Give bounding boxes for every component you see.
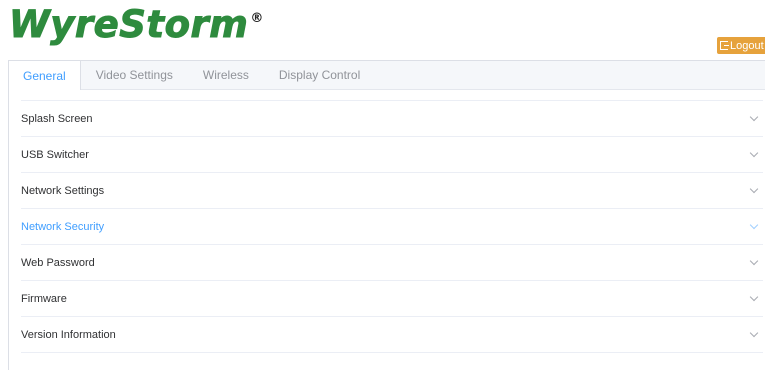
tab-wireless[interactable]: Wireless [188, 61, 264, 89]
section-network-settings[interactable]: Network Settings [21, 173, 763, 209]
tab-bar: General Video Settings Wireless Display … [8, 61, 765, 90]
wyrestorm-logo: WyreStorm ® [8, 3, 264, 46]
registered-mark: ® [250, 11, 264, 26]
logo-text: WyreStorm [8, 3, 249, 46]
tab-video-settings[interactable]: Video Settings [81, 61, 188, 89]
tab-general[interactable]: General [8, 61, 81, 90]
section-web-password[interactable]: Web Password [21, 245, 763, 281]
logout-icon [720, 41, 729, 50]
chevron-down-icon [749, 184, 759, 193]
section-version-information[interactable]: Version Information [21, 317, 763, 353]
section-label: Network Settings [21, 184, 105, 197]
section-label: Web Password [21, 256, 95, 269]
settings-collapse-list: Splash Screen USB Switcher Network Setti… [21, 100, 763, 353]
section-splash-screen[interactable]: Splash Screen [21, 101, 763, 137]
section-firmware[interactable]: Firmware [21, 281, 763, 317]
settings-panel: General Video Settings Wireless Display … [8, 60, 765, 370]
logout-button[interactable]: Logout [717, 37, 765, 54]
section-label: Splash Screen [21, 112, 93, 125]
chevron-down-icon [749, 256, 759, 265]
section-usb-switcher[interactable]: USB Switcher [21, 137, 763, 173]
logout-label: Logout [730, 39, 764, 52]
chevron-down-icon [749, 112, 759, 121]
chevron-down-icon [749, 148, 759, 157]
chevron-down-icon [749, 220, 759, 229]
section-network-security[interactable]: Network Security [21, 209, 763, 245]
section-label: Version Information [21, 328, 116, 341]
chevron-down-icon [749, 292, 759, 301]
section-label: USB Switcher [21, 148, 89, 161]
tab-display-control[interactable]: Display Control [264, 61, 375, 89]
section-label: Network Security [21, 220, 105, 233]
chevron-down-icon [749, 328, 759, 337]
section-label: Firmware [21, 292, 67, 305]
